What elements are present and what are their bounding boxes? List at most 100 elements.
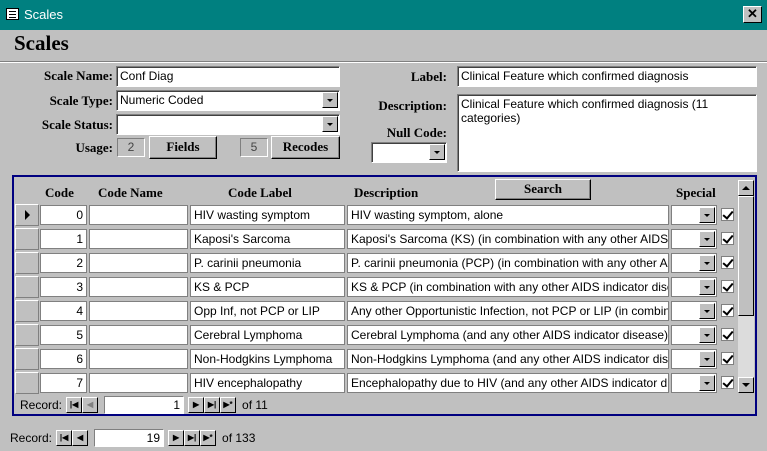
- code-label-cell[interactable]: HIV wasting symptom: [190, 205, 345, 225]
- chevron-down-icon[interactable]: [699, 279, 715, 295]
- recodes-button[interactable]: Recodes: [271, 136, 340, 159]
- chevron-down-icon[interactable]: [699, 207, 715, 223]
- scale-type-combo[interactable]: Numeric Coded: [116, 90, 340, 111]
- code-name-cell[interactable]: [89, 229, 188, 249]
- code-label-cell[interactable]: HIV encephalopathy: [190, 373, 345, 393]
- next-record-icon[interactable]: ▶: [168, 430, 185, 446]
- table-row[interactable]: 7 HIV encephalopathy Encephalopathy due to…: [14, 371, 739, 395]
- scroll-up-icon[interactable]: [738, 180, 754, 196]
- code-label-cell[interactable]: KS & PCP: [190, 277, 345, 297]
- first-record-icon[interactable]: |◀: [66, 397, 83, 413]
- chevron-down-icon[interactable]: [699, 231, 715, 247]
- label-field[interactable]: Clinical Feature which confirmed diagnos…: [457, 66, 757, 87]
- code-label-cell[interactable]: Non-Hodgkins Lymphoma: [190, 349, 345, 369]
- code-name-cell[interactable]: [89, 349, 188, 369]
- code-cell[interactable]: 2: [40, 253, 87, 273]
- code-name-cell[interactable]: [89, 253, 188, 273]
- special-checkbox[interactable]: [721, 352, 734, 365]
- special-checkbox[interactable]: [721, 256, 734, 269]
- prev-record-icon[interactable]: ◀: [72, 430, 89, 446]
- scroll-down-icon[interactable]: [738, 377, 754, 393]
- description-cell[interactable]: Encephalopathy due to HIV (and any other…: [347, 373, 669, 393]
- chevron-down-icon[interactable]: [322, 116, 338, 132]
- record-selector[interactable]: [15, 252, 39, 274]
- special-checkbox[interactable]: [721, 208, 734, 221]
- main-record-number[interactable]: 19: [94, 429, 165, 447]
- first-record-icon[interactable]: |◀: [56, 430, 73, 446]
- description-cell[interactable]: HIV wasting symptom, alone: [347, 205, 669, 225]
- vertical-scrollbar[interactable]: [738, 180, 754, 393]
- table-row[interactable]: 3 KS & PCP KS & PCP (in combination with a…: [14, 275, 739, 299]
- code-cell[interactable]: 7: [40, 373, 87, 393]
- table-row[interactable]: 4 Opp Inf, not PCP or LIP Any other Opport…: [14, 299, 739, 323]
- description-cell[interactable]: KS & PCP (in combination with any other …: [347, 277, 669, 297]
- code-name-cell[interactable]: [89, 325, 188, 345]
- chevron-down-icon[interactable]: [429, 144, 445, 160]
- search-button[interactable]: Search: [495, 179, 591, 200]
- table-row[interactable]: 1 Kaposi's Sarcoma Kaposi's Sarcoma (KS) (…: [14, 227, 739, 251]
- code-cell[interactable]: 6: [40, 349, 87, 369]
- null-code-combo[interactable]: [371, 142, 447, 163]
- special-combo[interactable]: [671, 349, 717, 369]
- special-checkbox[interactable]: [721, 232, 734, 245]
- chevron-down-icon[interactable]: [699, 351, 715, 367]
- record-selector[interactable]: [15, 372, 39, 394]
- special-checkbox[interactable]: [721, 280, 734, 293]
- special-combo[interactable]: [671, 301, 717, 321]
- code-cell[interactable]: 1: [40, 229, 87, 249]
- record-selector[interactable]: [15, 228, 39, 250]
- description-cell[interactable]: P. carinii pneumonia (PCP) (in combinati…: [347, 253, 669, 273]
- table-row[interactable]: 6 Non-Hodgkins Lymphoma Non-Hodgkins Lymph…: [14, 347, 739, 371]
- code-cell[interactable]: 3: [40, 277, 87, 297]
- new-record-icon[interactable]: ▶*: [220, 397, 237, 413]
- subform-record-number[interactable]: 1: [104, 396, 185, 414]
- code-cell[interactable]: 4: [40, 301, 87, 321]
- record-selector[interactable]: [15, 348, 39, 370]
- description-cell[interactable]: Kaposi's Sarcoma (KS) (in combination wi…: [347, 229, 669, 249]
- scroll-thumb[interactable]: [738, 196, 754, 316]
- special-checkbox[interactable]: [721, 304, 734, 317]
- code-name-cell[interactable]: [89, 277, 188, 297]
- table-row[interactable]: 2 P. carinii pneumonia P. carinii pneumoni…: [14, 251, 739, 275]
- code-label-cell[interactable]: Cerebral Lymphoma: [190, 325, 345, 345]
- special-combo[interactable]: [671, 229, 717, 249]
- scale-name-field[interactable]: Conf Diag: [116, 66, 340, 87]
- last-record-icon[interactable]: ▶|: [184, 430, 201, 446]
- close-button[interactable]: ✕: [743, 6, 762, 23]
- special-combo[interactable]: [671, 325, 717, 345]
- code-label-cell[interactable]: Opp Inf, not PCP or LIP: [190, 301, 345, 321]
- description-cell[interactable]: Any other Opportunistic Infection, not P…: [347, 301, 669, 321]
- chevron-down-icon[interactable]: [699, 375, 715, 391]
- code-label-cell[interactable]: Kaposi's Sarcoma: [190, 229, 345, 249]
- description-cell[interactable]: Non-Hodgkins Lymphoma (and any other AID…: [347, 349, 669, 369]
- special-checkbox[interactable]: [721, 328, 734, 341]
- code-name-cell[interactable]: [89, 301, 188, 321]
- scale-status-combo[interactable]: [116, 114, 340, 135]
- code-cell[interactable]: 0: [40, 205, 87, 225]
- record-selector[interactable]: [15, 204, 39, 226]
- special-combo[interactable]: [671, 253, 717, 273]
- description-field[interactable]: Clinical Feature which confirmed diagnos…: [457, 94, 757, 172]
- record-selector[interactable]: [15, 324, 39, 346]
- new-record-icon[interactable]: ▶*: [200, 430, 217, 446]
- prev-record-icon[interactable]: ◀: [82, 397, 99, 413]
- code-label-cell[interactable]: P. carinii pneumonia: [190, 253, 345, 273]
- table-row[interactable]: 0 HIV wasting symptom HIV wasting symptom,…: [14, 203, 739, 227]
- chevron-down-icon[interactable]: [699, 303, 715, 319]
- special-combo[interactable]: [671, 205, 717, 225]
- record-selector[interactable]: [15, 300, 39, 322]
- last-record-icon[interactable]: ▶|: [204, 397, 221, 413]
- chevron-down-icon[interactable]: [322, 92, 338, 108]
- next-record-icon[interactable]: ▶: [188, 397, 205, 413]
- special-checkbox[interactable]: [721, 376, 734, 389]
- code-name-cell[interactable]: [89, 205, 188, 225]
- code-cell[interactable]: 5: [40, 325, 87, 345]
- code-name-cell[interactable]: [89, 373, 188, 393]
- special-combo[interactable]: [671, 373, 717, 393]
- chevron-down-icon[interactable]: [699, 255, 715, 271]
- chevron-down-icon[interactable]: [699, 327, 715, 343]
- record-selector[interactable]: [15, 276, 39, 298]
- special-combo[interactable]: [671, 277, 717, 297]
- description-cell[interactable]: Cerebral Lymphoma (and any other AIDS in…: [347, 325, 669, 345]
- fields-button[interactable]: Fields: [149, 136, 217, 159]
